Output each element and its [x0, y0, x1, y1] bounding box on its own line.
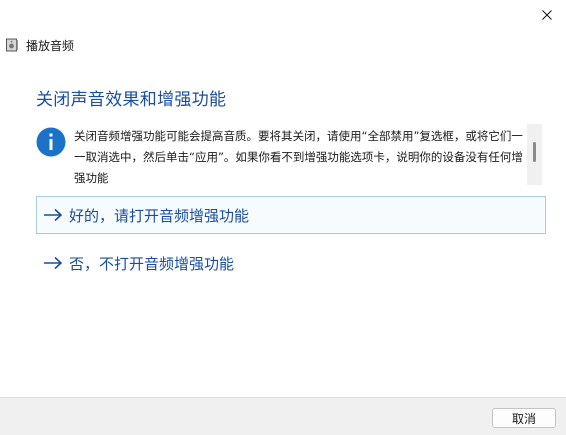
info-scrollbar[interactable] — [527, 124, 542, 185]
info-text: 关闭音频增强功能可能会提高音质。要将其关闭，请使用“全部禁用”复选框，或将它们一… — [74, 129, 523, 185]
disable-enhancements-option[interactable]: 否，不打开音频增强功能 — [36, 244, 546, 282]
cancel-button[interactable]: 取消 — [492, 408, 556, 428]
arrow-right-icon — [43, 208, 63, 222]
enable-enhancements-option[interactable]: 好的，请打开音频增强功能 — [36, 196, 546, 234]
page-heading: 关闭声音效果和增强功能 — [36, 90, 227, 110]
info-icon — [36, 127, 66, 157]
dialog-footer: 取消 — [0, 397, 566, 435]
speaker-device-icon — [4, 37, 20, 53]
close-button[interactable] — [528, 0, 566, 30]
info-panel: 关闭音频增强功能可能会提高音质。要将其关闭，请使用“全部禁用”复选框，或将它们一… — [36, 124, 542, 185]
scrollbar-thumb[interactable] — [533, 142, 536, 162]
window-title: 播放音频 — [26, 38, 75, 53]
option-label: 好的，请打开音频增强功能 — [69, 206, 250, 225]
title-bar: 播放音频 — [4, 35, 74, 55]
arrow-right-icon — [43, 256, 63, 270]
close-icon — [542, 10, 552, 20]
option-label: 否，不打开音频增强功能 — [69, 254, 235, 273]
